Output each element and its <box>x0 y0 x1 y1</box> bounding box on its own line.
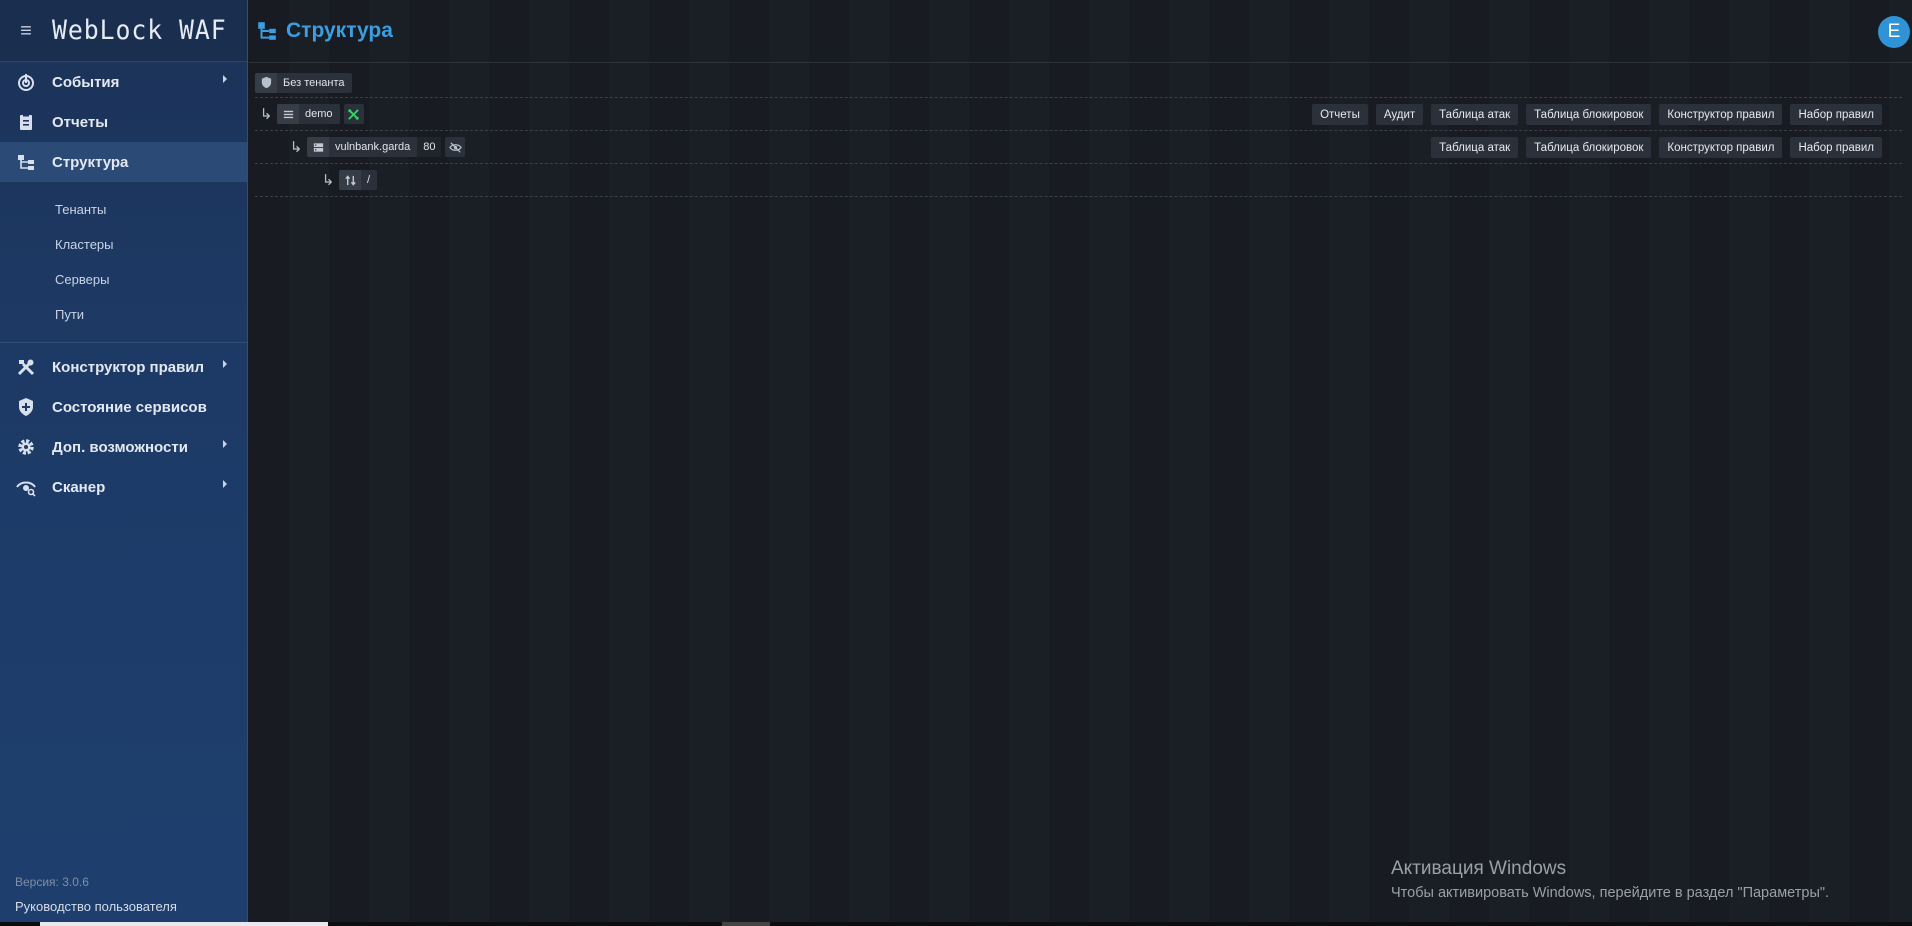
sidebar-item-label: Сканер <box>52 478 106 496</box>
cluster-chip[interactable]: demo <box>277 104 340 124</box>
cluster-name: demo <box>305 108 333 120</box>
page-title: Структура <box>256 19 393 43</box>
cluster-attacks-table-button[interactable]: Таблица атак <box>1431 104 1519 125</box>
path-chip[interactable]: / <box>339 170 378 190</box>
sidebar-item-extras[interactable]: Доп. возможности <box>0 427 247 467</box>
sidebar-item-structure[interactable]: Структура <box>0 142 247 182</box>
server-chip[interactable]: vulnbank.garda 80 <box>307 137 442 157</box>
tree-row-path: ↳ / <box>255 164 1902 197</box>
sidebar: ≡ WebLock WAF События Отчеты Структура Т… <box>0 0 248 922</box>
server-port: 80 <box>417 137 442 157</box>
caret-right-icon <box>223 75 227 83</box>
routes-icon <box>339 170 361 190</box>
windows-activation-watermark: Активация Windows Чтобы активировать Win… <box>1391 858 1829 901</box>
watermark-subtitle: Чтобы активировать Windows, перейдите в … <box>1391 885 1830 901</box>
app-brand: WebLock WAF <box>52 15 227 46</box>
taskbar-strip <box>0 922 1912 926</box>
path-name: / <box>367 174 371 186</box>
cluster-ruleset-button[interactable]: Набор правил <box>1790 104 1882 125</box>
sidebar-subitem-paths[interactable]: Пути <box>0 297 247 332</box>
sidebar-subitem-clusters[interactable]: Кластеры <box>0 227 247 262</box>
server-ruleset-button[interactable]: Набор правил <box>1790 137 1882 158</box>
sidebar-item-label: Конструктор правил <box>52 358 205 376</box>
shield-icon <box>255 72 277 93</box>
turn-arrow-icon: ↳ <box>259 106 273 123</box>
watermark-title: Активация Windows <box>1391 858 1567 879</box>
sidebar-item-service-status[interactable]: Состояние сервисов <box>0 387 247 427</box>
sidebar-footer: Версия: 3.0.6 Руководство пользователя <box>0 875 248 922</box>
tenant-label: Без тенанта <box>283 76 345 89</box>
structure-submenu: Тенанты Кластеры Серверы Пути <box>0 182 247 343</box>
cluster-rule-builder-button[interactable]: Конструктор правил <box>1659 104 1783 125</box>
taskbar-item[interactable] <box>40 922 328 926</box>
main-content: Структура E Без тенанта ↳ demo Отчеты Ау… <box>249 0 1912 922</box>
avatar[interactable]: E <box>1878 16 1910 48</box>
gear-icon <box>0 437 52 457</box>
server-blocks-table-button[interactable]: Таблица блокировок <box>1526 137 1652 158</box>
sidebar-header: ≡ WebLock WAF <box>0 0 247 62</box>
top-bar: Структура E <box>249 0 1912 63</box>
tree-row-cluster: ↳ demo Отчеты Аудит Таблица атак Таблица… <box>255 98 1902 131</box>
cluster-audit-button[interactable]: Аудит <box>1375 104 1424 125</box>
radar-icon <box>0 72 52 92</box>
sidebar-item-scanner[interactable]: Сканер <box>0 467 247 507</box>
sidebar-item-label: События <box>52 73 120 91</box>
clipboard-icon <box>0 112 52 132</box>
version-label: Версия: 3.0.6 <box>15 875 89 889</box>
structure-icon <box>0 152 52 172</box>
server-rule-builder-button[interactable]: Конструктор правил <box>1659 137 1783 158</box>
sidebar-item-reports[interactable]: Отчеты <box>0 102 247 142</box>
caret-right-icon <box>223 360 227 368</box>
structure-icon <box>258 22 276 40</box>
sidebar-subitem-servers[interactable]: Серверы <box>0 262 247 297</box>
eye-off-icon[interactable] <box>445 137 466 157</box>
caret-right-icon <box>223 440 227 448</box>
sidebar-item-events[interactable]: События <box>0 62 247 102</box>
turn-arrow-icon: ↳ <box>321 172 335 189</box>
tenant-chip[interactable]: Без тенанта <box>255 72 352 93</box>
shield-plus-icon <box>0 397 52 417</box>
tools-icon <box>0 357 52 377</box>
sidebar-item-rule-builder[interactable]: Конструктор правил <box>0 347 247 387</box>
menu-icon[interactable]: ≡ <box>0 21 52 41</box>
turn-arrow-icon: ↳ <box>289 139 303 156</box>
sidebar-item-label: Структура <box>52 153 129 171</box>
sidebar-subitem-tenants[interactable]: Тенанты <box>0 192 247 227</box>
sidebar-item-label: Отчеты <box>52 113 109 131</box>
server-icon <box>307 137 329 157</box>
sync-status-icon[interactable] <box>343 104 364 124</box>
scanner-eye-icon <box>0 477 52 497</box>
structure-tree: Без тенанта ↳ demo Отчеты Аудит Таблица … <box>249 63 1912 197</box>
tree-row-server: ↳ vulnbank.garda 80 Таблица атак Таблица… <box>255 131 1902 164</box>
sidebar-item-label: Состояние сервисов <box>52 398 207 416</box>
server-actions: Таблица атак Таблица блокировок Конструк… <box>1431 137 1882 158</box>
server-name: vulnbank.garda <box>335 141 411 153</box>
tree-row-tenant: Без тенанта <box>255 68 1902 98</box>
list-icon <box>277 104 299 124</box>
caret-right-icon <box>223 480 227 488</box>
cluster-blocks-table-button[interactable]: Таблица блокировок <box>1526 104 1652 125</box>
user-manual-link[interactable]: Руководство пользователя <box>15 899 248 914</box>
cluster-reports-button[interactable]: Отчеты <box>1312 104 1368 125</box>
taskbar-item[interactable] <box>722 922 770 926</box>
server-attacks-table-button[interactable]: Таблица атак <box>1431 137 1519 158</box>
page-title-text: Структура <box>286 19 393 42</box>
sidebar-item-label: Доп. возможности <box>52 438 188 456</box>
cluster-actions: Отчеты Аудит Таблица атак Таблица блокир… <box>1312 104 1882 125</box>
